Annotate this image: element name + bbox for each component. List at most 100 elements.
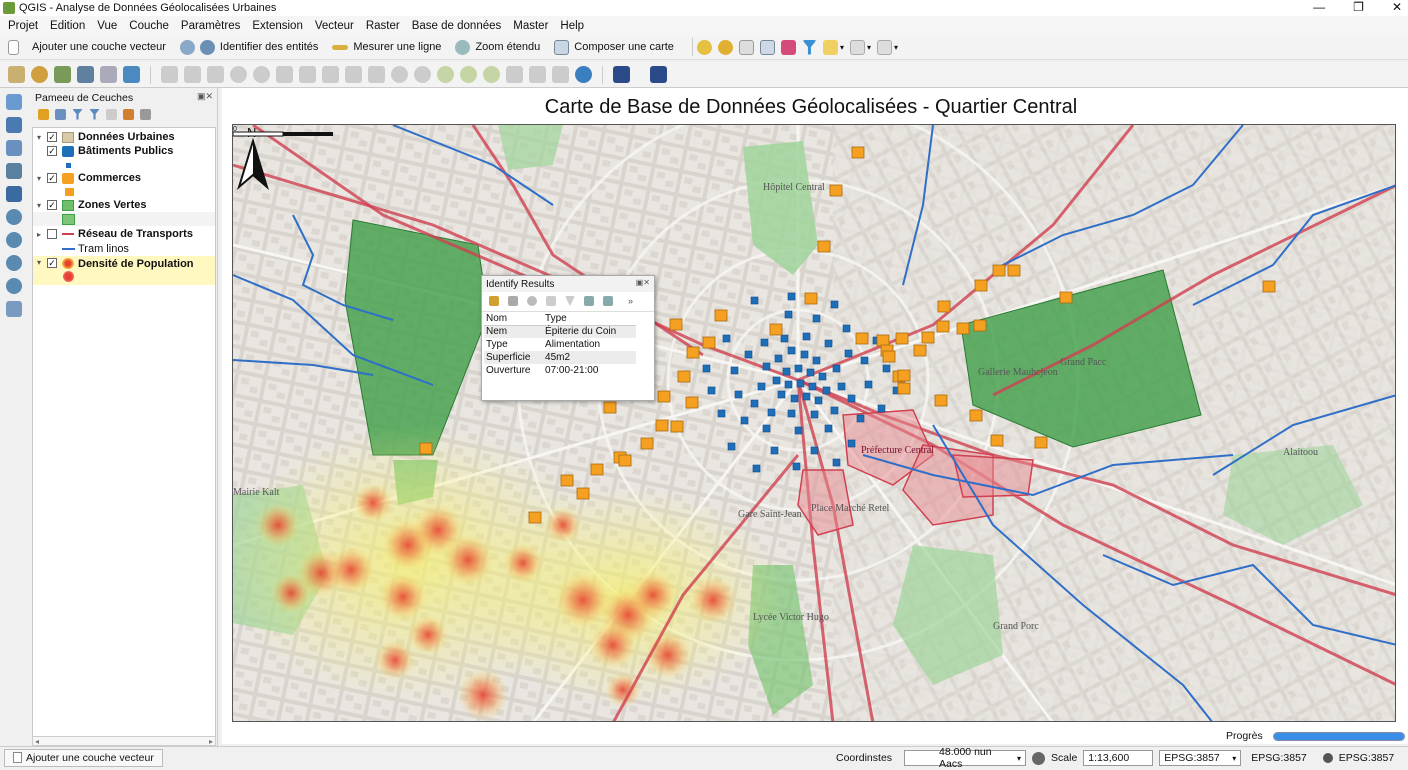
add-raster-icon[interactable] xyxy=(6,117,22,133)
map-canvas[interactable]: Carte de Base de Données Géolocalisées -… xyxy=(222,88,1408,744)
table-row[interactable]: Superficie 45m2 xyxy=(484,351,636,364)
refresh-icon[interactable] xyxy=(575,66,592,83)
identify-expand-icon[interactable] xyxy=(565,296,575,306)
add-spatialite-icon[interactable] xyxy=(6,163,22,179)
filter-legend-icon[interactable] xyxy=(89,108,100,120)
menu-parametres[interactable]: Paramètres xyxy=(181,20,240,32)
identify-window-controls[interactable]: ▣✕ xyxy=(636,278,650,287)
identify-results-window[interactable]: Identify Results ▣✕ » Nom Type Nem Épite… xyxy=(481,275,655,401)
layer-zones-vertes[interactable]: ▾ ✓ Zones Vertes xyxy=(33,198,215,212)
layer-group-donnees-urbaines[interactable]: ▾ ✓ Données Urbaines xyxy=(33,130,215,144)
layer-edit-icon[interactable] xyxy=(8,66,25,83)
chevron-down-icon[interactable]: ▾ xyxy=(867,43,871,52)
crs-text-2[interactable]: EPSG:3857 xyxy=(1339,752,1394,764)
menu-help[interactable]: Help xyxy=(560,20,584,32)
menu-vecteur[interactable]: Vecteur xyxy=(315,20,354,32)
stats-icon[interactable] xyxy=(780,39,796,55)
menu-edition[interactable]: Edition xyxy=(50,20,85,32)
lock-scale-icon[interactable] xyxy=(1032,751,1046,765)
menu-master[interactable]: Master xyxy=(513,20,548,32)
minimize-icon[interactable]: — xyxy=(1313,0,1325,14)
collapse-icon[interactable]: ▾ xyxy=(37,174,47,183)
add-vector-icon[interactable] xyxy=(6,94,22,110)
measure-line-button[interactable]: Mesurer une ligne xyxy=(332,41,441,53)
collapse-all-icon[interactable] xyxy=(123,108,134,120)
zoom-out-icon[interactable] xyxy=(253,66,270,83)
identify-features-button[interactable]: Identifier des entités xyxy=(179,39,318,55)
add-wms-icon[interactable] xyxy=(6,209,22,225)
pencil-icon[interactable] xyxy=(161,66,178,83)
layer-densite-population[interactable]: ▾ ✓ Densité de Population xyxy=(33,256,215,285)
menu-couche[interactable]: Couche xyxy=(129,20,169,32)
identify-pencil-icon[interactable] xyxy=(489,296,499,306)
crs-field[interactable]: EPSG:3857 ▾ xyxy=(1159,750,1242,766)
collapse-icon[interactable]: ▾ xyxy=(37,133,47,142)
layer-checkbox[interactable]: ✓ xyxy=(47,258,57,268)
map-frame[interactable]: Hôpitel Central Grand Pacc Gallerie Mauh… xyxy=(232,124,1396,722)
chevron-down-icon[interactable]: ▾ xyxy=(1232,754,1236,763)
add-wms-icon[interactable] xyxy=(717,39,733,55)
label-pin-icon[interactable] xyxy=(460,66,477,83)
layer-batiments-publics[interactable]: ✓ Bâtiments Publics xyxy=(33,144,215,158)
save-edits-icon[interactable] xyxy=(31,66,48,83)
add-polygon-icon[interactable] xyxy=(54,66,71,83)
collapse-icon[interactable]: ▸ xyxy=(37,230,47,239)
coordinates-field[interactable]: 48.000 nun Aacs ▾ xyxy=(904,746,1027,770)
label-pin-icon[interactable] xyxy=(483,66,500,83)
deselect-icon[interactable] xyxy=(368,66,385,83)
panel-controls[interactable]: ▣✕ xyxy=(197,91,213,102)
compose-map-button[interactable]: Composer une carte xyxy=(554,39,674,55)
label-change-icon[interactable] xyxy=(552,66,569,83)
add-raster-icon[interactable] xyxy=(696,39,712,55)
layer-checkbox[interactable] xyxy=(47,229,57,239)
horizontal-scrollbar[interactable]: ◂ ▸ xyxy=(32,736,216,746)
add-wcs-icon[interactable] xyxy=(6,255,22,271)
layout-icon[interactable] xyxy=(849,39,865,55)
style-icon[interactable] xyxy=(38,108,49,120)
chevron-down-icon[interactable]: ▾ xyxy=(894,43,898,52)
crs-text[interactable]: EPSG:3857 xyxy=(1251,752,1306,764)
label-move-icon[interactable] xyxy=(506,66,523,83)
select-rect-icon[interactable] xyxy=(299,66,316,83)
add-mesh-icon[interactable] xyxy=(6,278,22,294)
map-svg[interactable]: Hôpitel Central Grand Pacc Gallerie Mauh… xyxy=(233,125,1396,722)
scroll-left-icon[interactable]: ◂ xyxy=(35,737,39,746)
layer-checkbox[interactable]: ✓ xyxy=(47,173,57,183)
pencil-icon[interactable] xyxy=(207,66,224,83)
python-console-icon[interactable] xyxy=(613,66,630,83)
collapse-icon[interactable]: ▾ xyxy=(37,258,47,267)
layer-reseau-transports[interactable]: ▸ Réseau de Transports xyxy=(33,227,215,241)
new-layer-icon[interactable] xyxy=(6,301,22,317)
table-row[interactable]: Ouverture 07:00-21:00 xyxy=(484,364,636,377)
pencil-icon[interactable] xyxy=(184,66,201,83)
table-icon[interactable] xyxy=(738,39,754,55)
scroll-right-icon[interactable]: ▸ xyxy=(209,737,213,746)
filter-icon[interactable] xyxy=(801,39,817,55)
label-rotate-icon[interactable] xyxy=(529,66,546,83)
node-icon[interactable] xyxy=(414,66,431,83)
close-icon[interactable]: ✕ xyxy=(1392,0,1402,14)
scale-field[interactable]: 1:13,600 xyxy=(1083,750,1154,766)
select-free-icon[interactable] xyxy=(345,66,362,83)
identify-form-icon[interactable] xyxy=(603,296,613,306)
chevron-down-icon[interactable]: ▾ xyxy=(840,43,844,52)
add-postgis-icon[interactable] xyxy=(6,186,22,202)
identify-filter-icon[interactable] xyxy=(584,296,594,306)
select-poly-icon[interactable] xyxy=(322,66,339,83)
maximize-icon[interactable]: ❐ xyxy=(1353,0,1364,14)
identify-back-icon[interactable] xyxy=(546,296,556,306)
table-row[interactable]: Type Alimentation xyxy=(484,338,636,351)
menu-vue[interactable]: Vue xyxy=(97,20,117,32)
layer-checkbox[interactable]: ✓ xyxy=(47,200,57,210)
globe-icon[interactable] xyxy=(1322,753,1333,763)
menu-base-de-donnees[interactable]: Base de données xyxy=(412,20,502,32)
processing-icon[interactable] xyxy=(650,66,667,83)
digitize-line-icon[interactable] xyxy=(77,66,94,83)
zoom-extent-button[interactable]: Zoom étendu xyxy=(455,39,540,55)
zoom-in-icon[interactable] xyxy=(230,66,247,83)
expand-all-icon[interactable] xyxy=(106,108,117,120)
add-delimited-icon[interactable] xyxy=(6,140,22,156)
status-add-vector-button[interactable]: Ajouter une couche vecteur xyxy=(4,748,163,767)
more-icon[interactable]: » xyxy=(628,296,638,306)
remove-layer-icon[interactable] xyxy=(140,108,151,120)
